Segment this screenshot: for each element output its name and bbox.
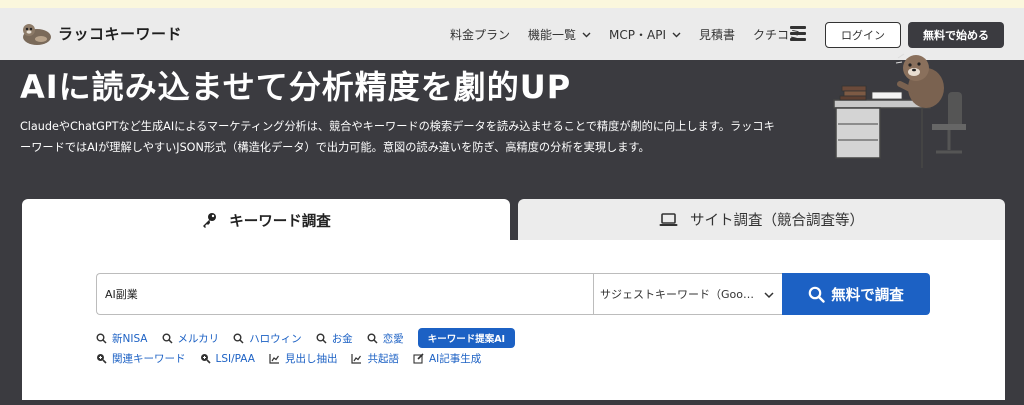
- edit-icon: [413, 353, 424, 364]
- keyword-search-input[interactable]: AI副業: [96, 273, 594, 315]
- search-icon: [808, 286, 825, 303]
- otter-desk-illustration: [830, 52, 980, 172]
- logo-text: ラッコキーワード: [58, 24, 183, 43]
- search-icon: [367, 333, 378, 344]
- nav-estimate-label: 見積書: [699, 27, 736, 42]
- tab-site-research-label: サイト調査（競合調査等）: [690, 213, 864, 229]
- hero-description: ClaudeやChatGPTなど生成AIによるマーケティング分析は、競合やキーワ…: [20, 120, 775, 154]
- main-nav: 料金プラン 機能一覧 MCP・API 見積書 クチコミ: [450, 8, 819, 60]
- trending-keywords-row: 新NISA メルカリ ハロウィン お金 恋愛 キーワード提案AI: [96, 328, 516, 348]
- search-submit-button[interactable]: 無料で調査: [782, 273, 930, 315]
- chevron-down-icon: [764, 289, 774, 302]
- key-icon: [201, 212, 217, 228]
- chart-line-icon: [351, 353, 362, 364]
- hamburger-menu-icon[interactable]: [790, 26, 806, 41]
- tool-link-related-keywords[interactable]: 関連キーワード: [96, 351, 186, 366]
- trending-keyword-label: メルカリ: [177, 332, 220, 345]
- trending-keyword-label: 新NISA: [112, 332, 148, 345]
- nav-pricing-label: 料金プラン: [450, 27, 511, 42]
- nav-mcp-api-label: MCP・API: [609, 27, 666, 42]
- tab-site-research[interactable]: サイト調査（競合調査等）: [518, 199, 1005, 240]
- trending-keyword-label: ハロウィン: [249, 332, 302, 345]
- laptop-icon: [659, 212, 678, 227]
- otter-logo-icon: [20, 20, 54, 46]
- trending-keyword-label: お金: [331, 332, 353, 345]
- search-mode-value: サジェストキーワード（Google）: [600, 288, 760, 301]
- chevron-down-icon: [582, 27, 591, 41]
- tab-keyword-research-label: キーワード調査: [229, 213, 331, 230]
- tool-link-label: 共起語: [367, 353, 399, 365]
- tool-link-ai-article[interactable]: AI記事生成: [413, 351, 481, 366]
- search-icon: [233, 333, 244, 344]
- trending-keyword-label: 恋愛: [382, 332, 404, 345]
- notice-strip: [0, 0, 1024, 8]
- search-submit-label: 無料で調査: [831, 287, 904, 304]
- start-free-button[interactable]: 無料で始める: [908, 22, 1004, 48]
- tool-link-heading-extract[interactable]: 見出し抽出: [269, 351, 338, 366]
- site-logo[interactable]: ラッコキーワード: [20, 20, 182, 46]
- search-icon: [316, 333, 327, 344]
- tool-link-label: 関連キーワード: [112, 353, 186, 365]
- tool-link-lsi-paa[interactable]: LSI/PAA: [200, 353, 255, 365]
- chevron-down-icon: [672, 27, 681, 41]
- search-mode-select[interactable]: サジェストキーワード（Google）: [593, 273, 783, 315]
- tool-link-label: AI記事生成: [428, 353, 482, 365]
- trending-keyword-link[interactable]: ハロウィン: [233, 331, 302, 346]
- chart-line-icon: [269, 353, 280, 364]
- keyword-suggest-ai-badge[interactable]: キーワード提案AI: [417, 328, 516, 348]
- search-icon: [162, 333, 173, 344]
- trending-keyword-link[interactable]: 新NISA: [96, 331, 148, 346]
- nav-features[interactable]: 機能一覧: [528, 26, 591, 43]
- nav-features-label: 機能一覧: [528, 27, 577, 42]
- search-plus-icon: [200, 353, 211, 364]
- trending-keyword-link[interactable]: お金: [316, 331, 353, 346]
- search-plus-icon: [96, 353, 107, 364]
- search-panel: [22, 240, 1005, 400]
- search-icon: [96, 333, 107, 344]
- tab-keyword-research[interactable]: キーワード調査: [22, 199, 510, 241]
- tool-links-row: 関連キーワード LSI/PAA 見出し抽出 共起語 AI記事生成: [96, 351, 495, 366]
- nav-pricing[interactable]: 料金プラン: [450, 26, 510, 43]
- tool-link-label: LSI/PAA: [215, 352, 255, 365]
- trending-keyword-link[interactable]: メルカリ: [162, 331, 220, 346]
- nav-estimate[interactable]: 見積書: [699, 26, 735, 43]
- tool-link-label: 見出し抽出: [284, 353, 338, 365]
- nav-mcp-api[interactable]: MCP・API: [609, 26, 681, 43]
- keyword-search-value: AI副業: [105, 288, 138, 301]
- hero-title: AIに読み込ませて分析精度を劇的UP: [20, 68, 572, 106]
- login-button[interactable]: ログイン: [825, 22, 901, 48]
- trending-keyword-link[interactable]: 恋愛: [367, 331, 404, 346]
- tool-link-cooccurrence[interactable]: 共起語: [351, 351, 399, 366]
